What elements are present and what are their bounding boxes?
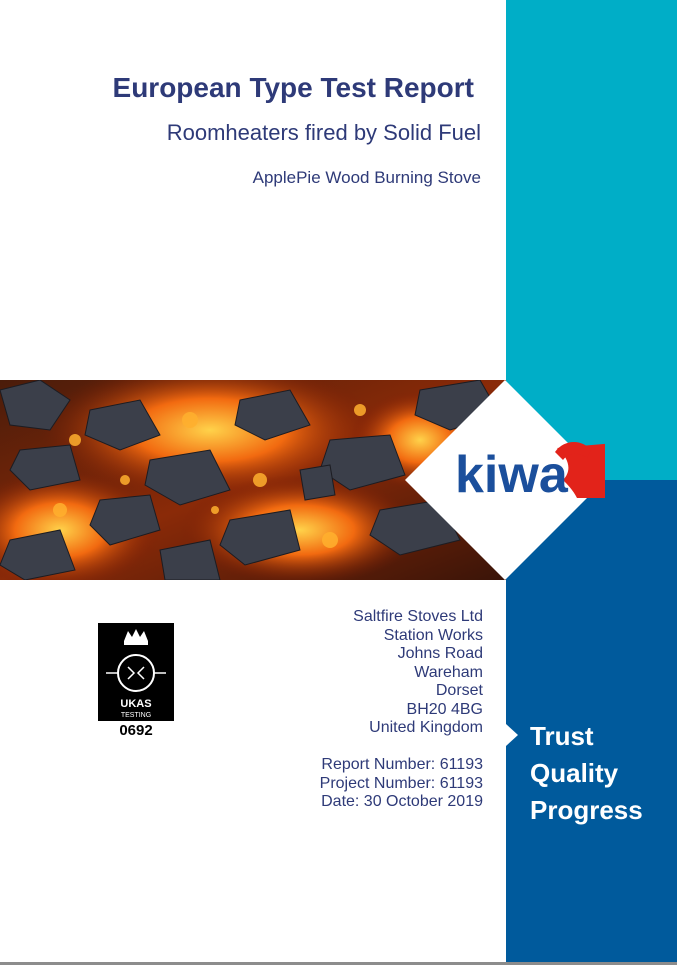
report-number: Report Number: 61193 xyxy=(321,756,483,773)
address-line: Station Works xyxy=(383,626,483,644)
kiwa-logo-text: kiwa xyxy=(455,446,569,504)
project-number: Project Number: 61193 xyxy=(319,774,483,792)
tagline-quality: Quality xyxy=(530,758,619,788)
report-title: European Type Test Report xyxy=(112,72,474,103)
ukas-logo-subtext: TESTING xyxy=(121,712,151,719)
address-line: Saltfire Stoves Ltd xyxy=(353,608,483,625)
brand-tagline: Trust Quality Progress xyxy=(530,718,643,829)
address-line: Dorset xyxy=(435,682,483,699)
tagline-trust: Trust xyxy=(530,721,594,751)
tagline-arrow-icon xyxy=(506,724,518,746)
ukas-logo-text: UKAS xyxy=(120,698,151,710)
report-date: Date: 30 October 2019 xyxy=(321,793,483,810)
tagline-progress: Progress xyxy=(530,795,643,825)
ukas-number: 0692 xyxy=(119,722,153,739)
kiwa-logo: kiwa xyxy=(405,380,605,580)
report-details: Report Number: 61193 Project Number: 611… xyxy=(320,756,483,812)
address-line: United Kingdom xyxy=(369,719,483,736)
product-name: ApplePie Wood Burning Stove xyxy=(252,168,481,187)
address-line: BH20 4BG xyxy=(406,700,483,718)
address-line: Johns Road xyxy=(397,645,483,662)
manufacturer-address: Saltfire Stoves Ltd Station Works Johns … xyxy=(353,608,483,738)
report-subtitle: Roomheaters fired by Solid Fuel xyxy=(166,120,481,145)
ukas-logo: UKAS TESTING xyxy=(98,623,174,721)
address-line: Wareham xyxy=(414,663,483,681)
